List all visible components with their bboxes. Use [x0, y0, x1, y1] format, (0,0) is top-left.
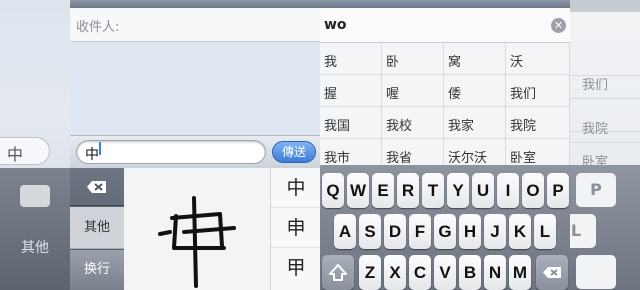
message-input[interactable]: 中	[76, 140, 266, 164]
clear-icon[interactable]: ✕	[551, 18, 566, 33]
message-input-text: 中	[85, 147, 99, 163]
left-edge-input-text: 中	[7, 145, 24, 164]
candidate-cell[interactable]: 握	[320, 75, 382, 107]
key-d[interactable]: D	[384, 214, 406, 249]
key-t[interactable]: T	[422, 173, 444, 208]
key-x[interactable]: X	[384, 255, 406, 290]
key-v[interactable]: V	[434, 255, 456, 290]
key-c[interactable]: C	[409, 255, 431, 290]
right-edge-cell: 我院	[570, 110, 640, 143]
handwriting-side-keys: 其他 换行	[70, 168, 124, 290]
status-bar	[320, 0, 570, 8]
candidate-cell[interactable]: 我院	[506, 107, 570, 139]
newline-key[interactable]: 换行	[70, 250, 124, 290]
key-l[interactable]: L	[534, 214, 556, 249]
search-input-text: wo	[324, 17, 347, 33]
key-y[interactable]: Y	[447, 173, 469, 208]
right-edge-key	[576, 255, 616, 289]
key-u[interactable]: U	[472, 173, 494, 208]
candidate-1[interactable]: 中	[271, 168, 320, 208]
backspace-key[interactable]	[536, 255, 568, 290]
status-bar	[70, 0, 320, 8]
key-k[interactable]: K	[509, 214, 531, 249]
handwriting-pad[interactable]	[124, 168, 270, 290]
key-q[interactable]: Q	[322, 173, 344, 208]
left-edge-background: 中 其他	[0, 0, 70, 290]
shift-key[interactable]	[322, 255, 354, 290]
right-edge-background: 我们 我院 卧室 P L	[570, 0, 640, 290]
candidate-cell[interactable]: 我国	[320, 107, 382, 139]
key-m[interactable]: M	[509, 255, 531, 290]
key-p[interactable]: P	[547, 173, 569, 208]
key-o[interactable]: O	[522, 173, 544, 208]
right-edge-key: P	[576, 173, 616, 207]
key-j[interactable]: J	[484, 214, 506, 249]
key-e[interactable]: E	[372, 173, 394, 208]
candidate-cell[interactable]: 我家	[444, 107, 506, 139]
key-w[interactable]: W	[347, 173, 369, 208]
candidate-cell[interactable]: 倭	[444, 75, 506, 107]
key-n[interactable]: N	[484, 255, 506, 290]
recipient-field[interactable]: 收件人:	[70, 8, 320, 42]
handwriting-keyboard: 其他 换行 中 申 甲	[70, 168, 320, 290]
key-h[interactable]: H	[459, 214, 481, 249]
other-key[interactable]: 其他	[70, 207, 124, 249]
delete-icon	[87, 181, 106, 193]
right-edge-key: L	[570, 214, 596, 248]
compose-bar: 中 傳送	[70, 135, 320, 168]
candidate-cell[interactable]: 喔	[382, 75, 444, 107]
recipient-label: 收件人:	[76, 20, 120, 35]
delete-button[interactable]	[70, 168, 124, 206]
handwriting-screen: 收件人: 中 傳送 其他 换行 中 申 甲	[70, 0, 320, 290]
message-area	[70, 42, 320, 138]
handwriting-candidates: 中 申 甲	[270, 168, 320, 290]
key-b[interactable]: B	[459, 255, 481, 290]
text-caret	[99, 142, 101, 155]
search-field[interactable]: wo ✕	[320, 8, 570, 43]
backspace-icon	[543, 267, 561, 278]
key-a[interactable]: A	[334, 214, 356, 249]
shift-icon	[329, 264, 347, 281]
key-s[interactable]: S	[359, 214, 381, 249]
left-edge-other-label: 其他	[21, 240, 49, 256]
candidate-cell[interactable]: 卧	[382, 43, 444, 75]
qwerty-keyboard: Q W E R T Y U I O P A S D F G H J K L Z …	[320, 165, 570, 290]
key-g[interactable]: G	[434, 214, 456, 249]
send-button[interactable]: 傳送	[272, 141, 316, 163]
candidate-cell[interactable]: 窝	[444, 43, 506, 75]
key-r[interactable]: R	[397, 173, 419, 208]
right-edge-status-bar	[570, 0, 640, 12]
candidate-2[interactable]: 申	[271, 208, 320, 248]
handwritten-stroke	[158, 196, 236, 288]
candidate-cell[interactable]: 沃	[506, 43, 570, 75]
candidate-cell[interactable]: 我校	[382, 107, 444, 139]
key-f[interactable]: F	[409, 214, 431, 249]
key-i[interactable]: I	[497, 173, 519, 208]
candidate-cell[interactable]: 我	[320, 43, 382, 75]
candidate-cell[interactable]: 我们	[506, 75, 570, 107]
pinyin-screen: wo ✕ 我 卧 窝 沃 握 喔 倭 我们 我国 我校 我家 我院 我市 我省 …	[320, 0, 570, 290]
right-edge-cell: 我们	[570, 66, 640, 99]
left-edge-input: 中	[0, 137, 50, 165]
left-edge-delete-icon	[20, 185, 50, 207]
candidate-3[interactable]: 甲	[271, 248, 320, 288]
key-z[interactable]: Z	[359, 255, 381, 290]
